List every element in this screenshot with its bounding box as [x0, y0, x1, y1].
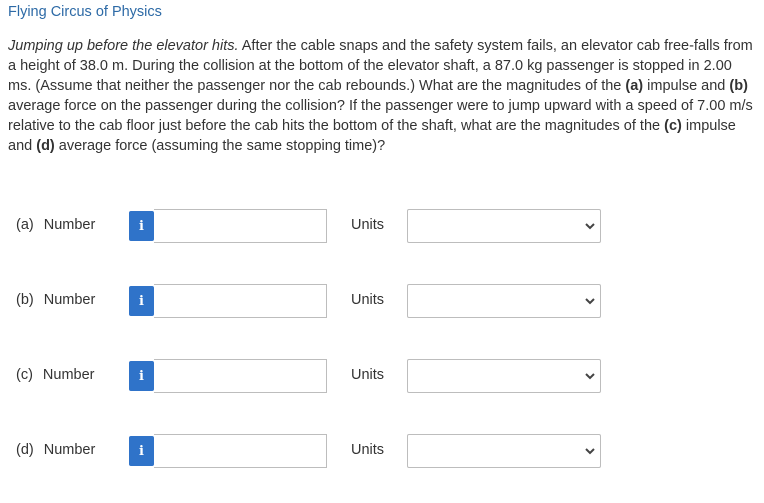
number-label: Number [43, 292, 96, 308]
source-title: Flying Circus of Physics [8, 4, 162, 20]
number-input[interactable] [154, 359, 327, 393]
part-label: (d) Number [16, 442, 95, 458]
part-id: (a) [16, 217, 34, 233]
chevron-down-icon [585, 373, 595, 380]
number-label: Number [43, 442, 96, 458]
problem-text: average force (assuming the same stoppin… [54, 138, 386, 154]
chevron-down-icon [585, 298, 595, 305]
problem-statement: Jumping up before the elevator hits. Aft… [8, 36, 756, 156]
chevron-down-icon [585, 223, 595, 230]
problem-text: impulse and [643, 78, 730, 94]
problem-title: Jumping up before the elevator hits. [8, 38, 239, 54]
answer-row-c: (c) Number i Units [0, 359, 764, 393]
info-icon[interactable]: i [129, 361, 154, 391]
number-label: Number [42, 367, 95, 383]
part-label: (b) Number [16, 292, 95, 308]
chevron-down-icon [585, 448, 595, 455]
problem-text: average force on the passenger during th… [8, 98, 753, 134]
answer-row-d: (d) Number i Units [0, 434, 764, 468]
part-id: (b) [16, 292, 34, 308]
part-id: (d) [16, 442, 34, 458]
units-dropdown[interactable] [407, 434, 601, 468]
units-dropdown[interactable] [407, 359, 601, 393]
number-label: Number [43, 217, 96, 233]
info-icon[interactable]: i [129, 211, 154, 241]
answer-row-a: (a) Number i Units [0, 209, 764, 243]
units-dropdown[interactable] [407, 284, 601, 318]
info-icon[interactable]: i [129, 436, 154, 466]
number-input[interactable] [154, 284, 327, 318]
units-label: Units [351, 442, 385, 458]
units-label: Units [351, 367, 385, 383]
part-c-ref: (c) [664, 118, 682, 134]
units-label: Units [351, 292, 385, 308]
part-id: (c) [16, 367, 33, 383]
part-label: (c) Number [16, 367, 95, 383]
number-input[interactable] [154, 434, 327, 468]
units-dropdown[interactable] [407, 209, 601, 243]
part-d-ref: (d) [36, 138, 55, 154]
part-label: (a) Number [16, 217, 95, 233]
number-input[interactable] [154, 209, 327, 243]
part-a-ref: (a) [625, 78, 644, 94]
answer-row-b: (b) Number i Units [0, 284, 764, 318]
units-label: Units [351, 217, 385, 233]
info-icon[interactable]: i [129, 286, 154, 316]
part-b-ref: (b) [729, 78, 748, 94]
